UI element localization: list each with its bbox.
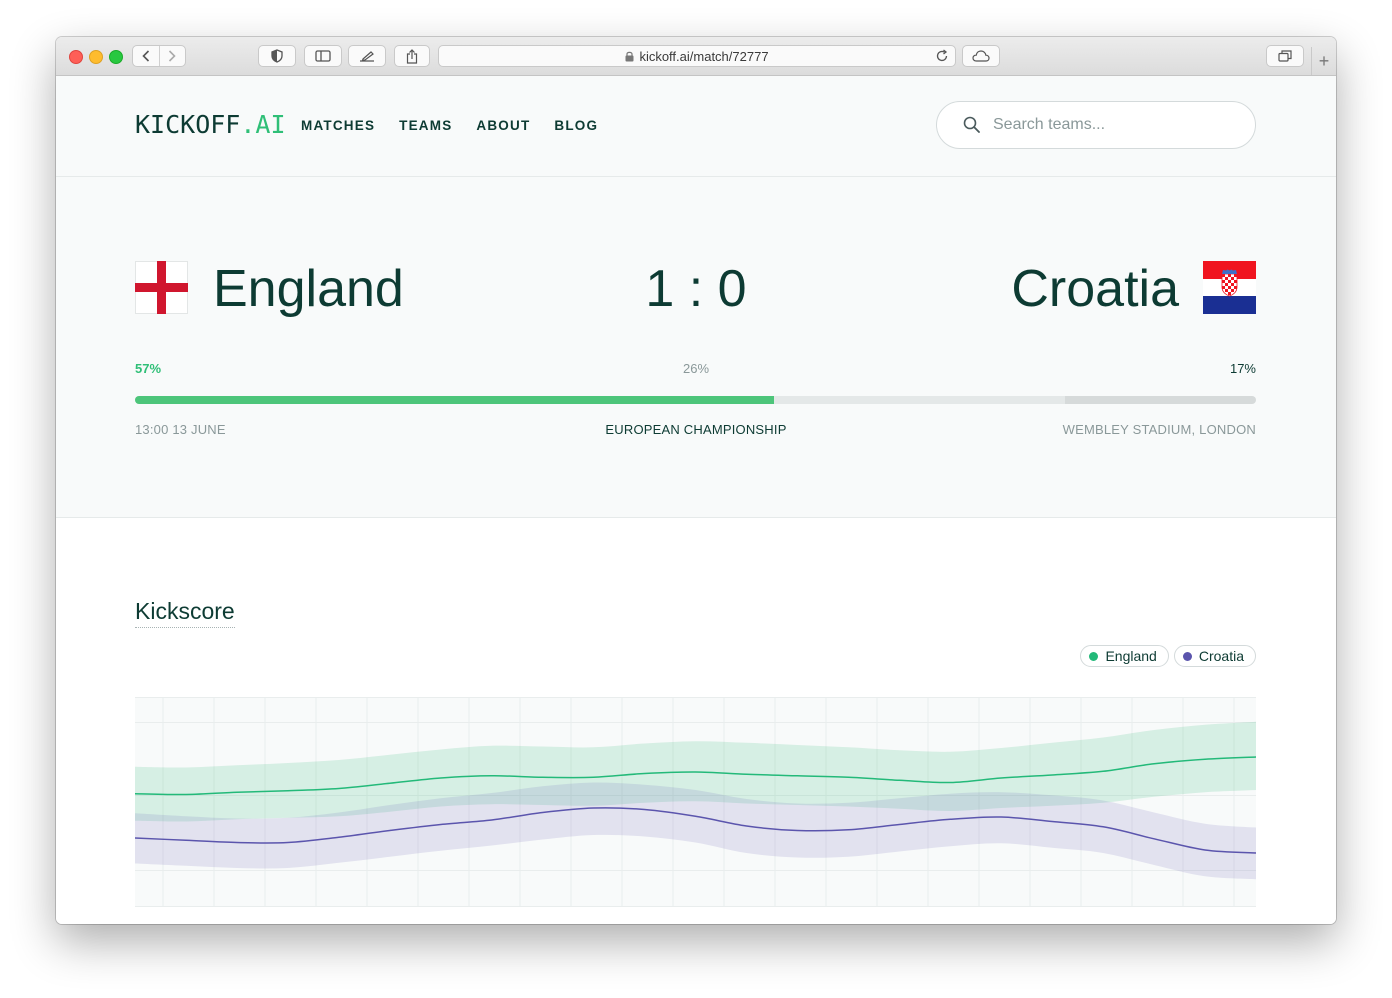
home-team-name[interactable]: England	[213, 259, 404, 319]
competition-name[interactable]: EUROPEAN CHAMPIONSHIP	[496, 422, 896, 437]
away-probability-segment	[1065, 396, 1256, 404]
sidebar-button[interactable]	[304, 45, 342, 67]
history-nav	[132, 45, 186, 67]
shield-icon	[271, 49, 283, 63]
legend-england[interactable]: England	[1080, 645, 1169, 667]
england-flag-icon	[135, 261, 188, 314]
away-team-name[interactable]: Croatia	[1011, 259, 1179, 319]
reload-icon[interactable]	[935, 49, 949, 63]
nav-blog[interactable]: BLOG	[554, 118, 598, 133]
browser-toolbar: kickoff.ai/match/72777 +	[56, 37, 1336, 76]
match-summary: England 1 : 0 Croatia 57% 26% 17% 13:00 …	[56, 177, 1336, 518]
zoom-window-button[interactable]	[109, 50, 123, 64]
main-nav: MATCHES TEAMS ABOUT BLOG	[301, 118, 598, 133]
draw-probability: 26%	[682, 361, 710, 376]
lock-icon	[625, 51, 634, 61]
chart-legend: England Croatia	[1080, 645, 1256, 667]
home-probability-segment	[135, 396, 774, 404]
share-button[interactable]	[394, 45, 430, 67]
back-button[interactable]	[133, 46, 159, 66]
home-win-probability: 57%	[135, 361, 162, 376]
croatia-flag-icon	[1203, 261, 1256, 314]
probability-bar	[135, 396, 1256, 404]
address-bar[interactable]: kickoff.ai/match/72777	[438, 45, 956, 67]
legend-croatia[interactable]: Croatia	[1173, 645, 1256, 667]
browser-window: kickoff.ai/match/72777 + KICKOFF.AI MATC…	[56, 37, 1336, 924]
icloud-tabs-button[interactable]	[962, 45, 1000, 67]
notes-button[interactable]	[348, 45, 386, 67]
legend-croatia-dot	[1182, 651, 1192, 661]
search-input[interactable]	[991, 115, 1235, 135]
search-icon	[963, 116, 980, 133]
plus-icon: +	[1318, 50, 1330, 71]
search-box	[936, 101, 1256, 149]
legend-england-dot	[1089, 651, 1099, 661]
new-tab-button[interactable]: +	[1311, 47, 1336, 75]
chevron-left-icon	[142, 50, 149, 62]
pencil-note-icon	[360, 51, 374, 62]
legend-croatia-label: Croatia	[1198, 648, 1244, 664]
tabs-icon	[1278, 50, 1292, 62]
venue-name: WEMBLEY STADIUM, LONDON	[1062, 422, 1256, 437]
privacy-report-button[interactable]	[258, 45, 296, 67]
share-icon	[406, 48, 418, 64]
draw-probability-segment	[773, 396, 1066, 404]
nav-about[interactable]: ABOUT	[476, 118, 530, 133]
cloud-icon	[972, 50, 990, 62]
kickscore-title[interactable]: Kickscore	[135, 598, 235, 628]
close-window-button[interactable]	[69, 50, 83, 64]
url-text: kickoff.ai/match/72777	[639, 48, 769, 64]
match-score: 1 : 0	[645, 260, 747, 318]
nav-teams[interactable]: TEAMS	[399, 118, 452, 133]
kickoff-time: 13:00 13 JUNE	[135, 422, 226, 437]
away-win-probability: 17%	[1229, 361, 1256, 376]
forward-button[interactable]	[160, 46, 186, 66]
sidebar-icon	[315, 50, 331, 62]
chevron-right-icon	[169, 50, 176, 62]
tab-overview-button[interactable]	[1266, 45, 1304, 67]
page-content: KICKOFF.AI MATCHES TEAMS ABOUT BLOG Engl…	[56, 76, 1336, 924]
legend-england-label: England	[1105, 648, 1157, 664]
site-header: KICKOFF.AI MATCHES TEAMS ABOUT BLOG	[56, 76, 1336, 177]
kickoff-logo[interactable]: KICKOFF.AI	[135, 111, 286, 139]
nav-matches[interactable]: MATCHES	[301, 118, 375, 133]
kickscore-chart	[135, 697, 1256, 907]
minimize-window-button[interactable]	[89, 50, 103, 64]
